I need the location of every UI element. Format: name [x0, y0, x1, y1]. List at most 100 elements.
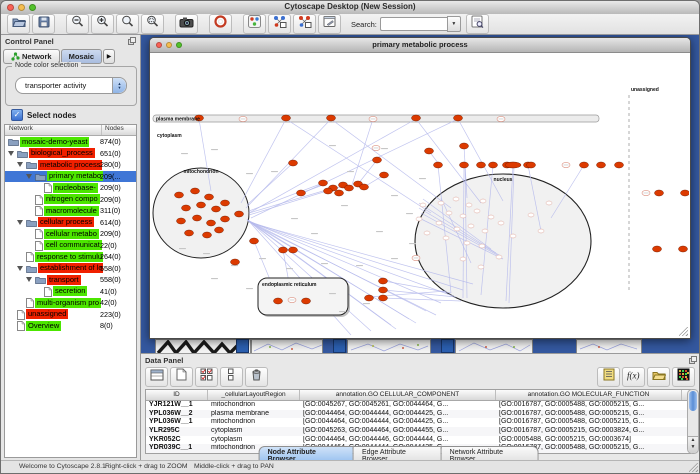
formula-builder-button[interactable]: f(x) [622, 367, 645, 387]
expander-icon[interactable] [8, 151, 14, 156]
network-node[interactable] [289, 247, 298, 253]
network-node[interactable] [231, 259, 240, 265]
select-nodes-checkbox[interactable]: ✓ [11, 109, 23, 121]
title-bar[interactable]: Cytoscape Desktop (New Session) [1, 1, 699, 15]
network-node[interactable] [324, 188, 333, 194]
network-node[interactable] [496, 255, 502, 259]
network-node[interactable] [489, 162, 498, 168]
network-node[interactable] [488, 215, 494, 219]
network-node[interactable] [434, 162, 443, 168]
attribute-list-button[interactable] [597, 367, 620, 387]
table-row[interactable]: YPL036W__2plasma membrane[GO:0044464, GO… [146, 410, 690, 419]
network-node[interactable] [679, 246, 688, 252]
network-node[interactable] [477, 162, 486, 168]
background-window[interactable] [576, 339, 642, 353]
expander-icon[interactable] [26, 277, 32, 282]
zoom-out-button[interactable] [66, 14, 89, 34]
network-node[interactable] [274, 298, 283, 304]
tree-row[interactable]: metabolic process280(0) [5, 159, 136, 171]
network-node[interactable] [235, 211, 244, 217]
background-window[interactable] [236, 339, 249, 353]
tree-row[interactable]: cell communicat22(0) [5, 240, 136, 252]
network-node[interactable] [580, 162, 589, 168]
network-node[interactable] [546, 201, 552, 205]
network-node[interactable] [380, 172, 389, 178]
snapshot-button[interactable] [175, 14, 198, 34]
network-node[interactable] [182, 205, 191, 211]
expander-icon[interactable] [17, 220, 23, 225]
tree-row[interactable]: Overview8(0) [5, 320, 136, 332]
background-window[interactable] [347, 339, 431, 353]
table-row[interactable]: YKR052Ccytoplasm[GO:0044464, GO:0044446,… [146, 436, 690, 445]
network-node[interactable] [379, 295, 388, 301]
network-node[interactable] [250, 238, 259, 244]
background-window[interactable] [333, 339, 346, 353]
network-node[interactable] [482, 229, 488, 233]
network-node[interactable] [528, 213, 534, 217]
zoom-window-icon[interactable] [176, 42, 182, 48]
network-node[interactable] [655, 190, 664, 196]
advanced-search-button[interactable] [466, 14, 489, 34]
network-node[interactable] [466, 203, 472, 207]
network-node[interactable] [207, 220, 216, 226]
network-canvas[interactable]: plasma membranecytoplasmmitochondrionnuc… [151, 53, 689, 337]
network-node[interactable] [527, 162, 536, 168]
background-window[interactable] [441, 339, 454, 353]
layout-overlay-button[interactable] [268, 14, 291, 34]
tree-row[interactable]: multi-organism pro42(0) [5, 297, 136, 309]
tree-row[interactable]: transport558(0) [5, 274, 136, 286]
network-node[interactable] [205, 194, 214, 200]
network-node[interactable] [460, 214, 466, 218]
tree-row[interactable]: primary metabo209(... [5, 171, 136, 183]
network-node[interactable] [454, 227, 460, 231]
unselect-all-attributes-button[interactable] [220, 367, 243, 387]
network-node[interactable] [215, 227, 224, 233]
attribute-table-header[interactable]: ID_cellularLayoutRegionannotation.GO CEL… [146, 390, 690, 401]
annotation-button[interactable] [318, 14, 341, 34]
network-node[interactable] [212, 206, 221, 212]
zoom-region-button[interactable] [141, 14, 164, 34]
tab-overflow-arrow[interactable]: ▶ [103, 49, 115, 64]
network-node[interactable] [464, 241, 470, 245]
scrollbar-arrows[interactable]: ▲▼ [688, 436, 698, 453]
zoom-fit-button[interactable] [116, 14, 139, 34]
search-options-dropdown[interactable]: ▼ [447, 16, 461, 32]
column-header[interactable]: annotation.GO CELLULAR_COMPONENT [300, 390, 496, 400]
tree-header[interactable]: Network Nodes [5, 125, 136, 136]
attribute-select-button[interactable] [145, 367, 168, 387]
layout-merge-button[interactable] [293, 14, 316, 34]
table-row[interactable]: YPL036W__1mitochondrion[GO:0044464, GO:0… [146, 418, 690, 427]
attribute-matrix-button[interactable] [672, 367, 695, 387]
network-node[interactable] [203, 232, 212, 238]
table-scrollbar[interactable]: ▲▼ [687, 389, 699, 454]
network-node[interactable] [379, 287, 388, 293]
column-header[interactable]: _cellularLayoutRegion [208, 390, 300, 400]
network-node[interactable] [454, 115, 463, 121]
background-window[interactable] [455, 339, 533, 353]
network-node[interactable] [478, 265, 484, 269]
network-node[interactable] [412, 115, 421, 121]
network-node[interactable] [438, 201, 444, 205]
network-node[interactable] [436, 221, 442, 225]
delete-attribute-button[interactable] [245, 367, 268, 387]
help-button[interactable] [209, 14, 232, 34]
network-node[interactable] [379, 278, 388, 284]
table-row[interactable]: YJR121W__1mitochondrion[GO:0045267, GO:0… [146, 401, 690, 410]
network-node[interactable] [282, 115, 291, 121]
network-node[interactable] [597, 162, 606, 168]
network-node[interactable] [446, 211, 452, 215]
network-view-window[interactable]: primary metabolic process plasma membran… [149, 37, 691, 339]
search-input[interactable] [380, 17, 447, 31]
network-node[interactable] [425, 148, 434, 154]
save-session-button[interactable] [32, 14, 55, 34]
network-node[interactable] [279, 247, 288, 253]
column-header[interactable]: ID [146, 390, 208, 400]
resize-grip[interactable] [689, 463, 698, 472]
import-attributes-button[interactable] [647, 367, 670, 387]
network-node[interactable] [416, 217, 422, 221]
network-node[interactable] [510, 234, 516, 238]
network-node[interactable] [191, 188, 200, 194]
network-node[interactable] [345, 185, 354, 191]
table-row[interactable]: YLR295Ccytoplasm[GO:0045263, GO:0044464,… [146, 427, 690, 436]
zoom-window-icon[interactable] [29, 4, 36, 11]
